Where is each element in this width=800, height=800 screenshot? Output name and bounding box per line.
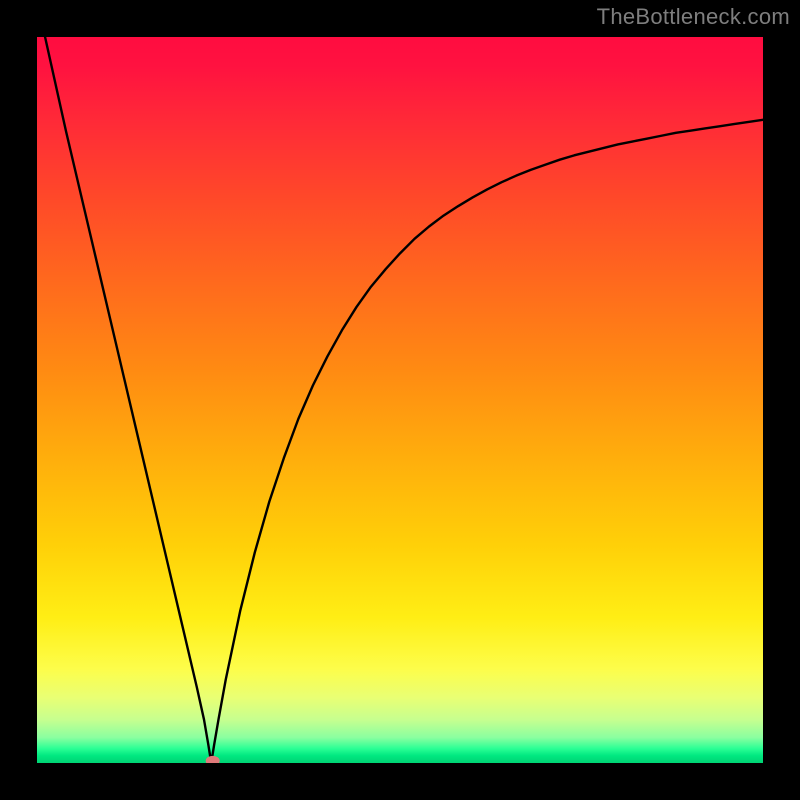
notch-marker <box>206 756 220 763</box>
chart-frame: TheBottleneck.com <box>0 0 800 800</box>
plot-area <box>37 37 763 763</box>
bottleneck-curve <box>37 37 763 763</box>
watermark-text: TheBottleneck.com <box>597 4 790 30</box>
bottleneck-curve-svg <box>37 37 763 763</box>
